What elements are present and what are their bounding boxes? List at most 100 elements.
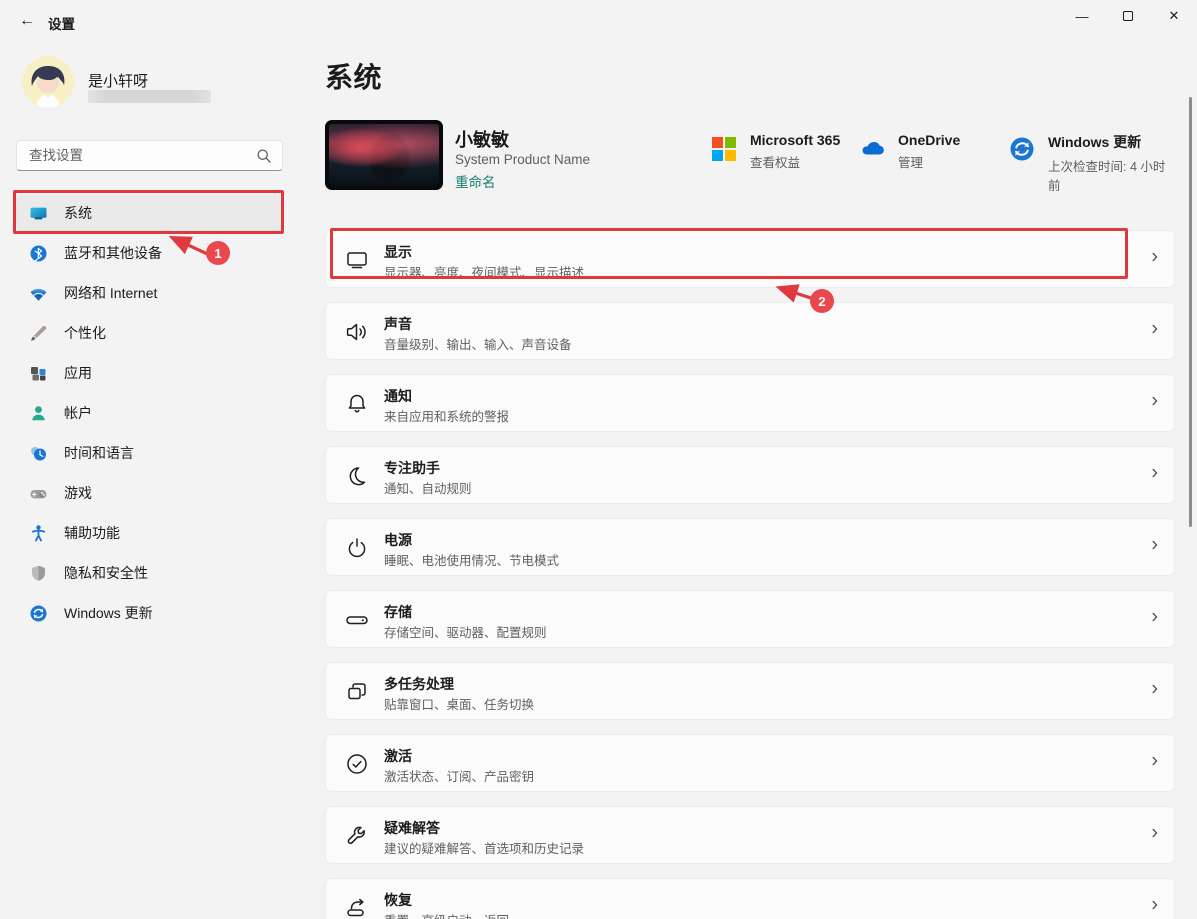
network-icon xyxy=(29,284,48,303)
microsoft-logo-icon xyxy=(710,135,738,163)
row-subtitle: 重置、高级启动、返回 xyxy=(384,910,509,919)
recovery-icon xyxy=(344,895,370,919)
sidebar-item-label: 时间和语言 xyxy=(64,443,134,463)
accessibility-icon xyxy=(29,524,48,543)
sidebar-item-personalization[interactable]: 个性化 xyxy=(16,315,283,351)
row-storage[interactable]: 存储 存储空间、驱动器、配置规则 › xyxy=(325,590,1175,648)
profile-section: 是小轩呀 xyxy=(16,48,283,126)
row-multitasking[interactable]: 多任务处理 贴靠窗口、桌面、任务切换 › xyxy=(325,662,1175,720)
sound-icon xyxy=(344,319,370,345)
row-title: 激活 xyxy=(384,746,412,766)
chevron-right-icon: › xyxy=(1151,894,1158,917)
row-subtitle: 显示器、亮度、夜间模式、显示描述 xyxy=(384,262,584,281)
row-title: 存储 xyxy=(384,602,412,622)
device-model: System Product Name xyxy=(455,152,590,167)
row-focus-assist[interactable]: 专注助手 通知、自动规则 › xyxy=(325,446,1175,504)
bluetooth-icon xyxy=(29,244,48,263)
quick-card-title: Windows 更新 xyxy=(1048,132,1175,152)
sidebar-item-privacy[interactable]: 隐私和安全性 xyxy=(16,555,283,591)
windows-update-icon xyxy=(29,604,48,623)
sidebar-item-label: 游戏 xyxy=(64,483,92,503)
row-sound[interactable]: 声音 音量级别、输出、输入、声音设备 › xyxy=(325,302,1175,360)
profile-name: 是小轩呀 xyxy=(88,70,148,91)
check-circle-icon xyxy=(344,751,370,777)
chevron-right-icon: › xyxy=(1151,534,1158,557)
accounts-icon xyxy=(29,404,48,423)
search-input[interactable] xyxy=(29,141,249,170)
sidebar-item-label: 蓝牙和其他设备 xyxy=(64,243,162,263)
display-icon xyxy=(344,247,370,273)
chevron-right-icon: › xyxy=(1151,750,1158,773)
vertical-scrollbar[interactable] xyxy=(1189,97,1192,527)
avatar-illustration xyxy=(22,56,74,108)
sidebar-item-accounts[interactable]: 帐户 xyxy=(16,395,283,431)
sidebar-item-label: 系统 xyxy=(64,203,92,223)
row-notifications[interactable]: 通知 来自应用和系统的警报 › xyxy=(325,374,1175,432)
row-title: 声音 xyxy=(384,314,412,334)
sidebar-item-label: 隐私和安全性 xyxy=(64,563,148,583)
row-subtitle: 贴靠窗口、桌面、任务切换 xyxy=(384,694,534,713)
sidebar-item-label: 网络和 Internet xyxy=(64,283,157,303)
onedrive-card[interactable]: OneDrive 管理 xyxy=(858,132,960,171)
row-activation[interactable]: 激活 激活状态、订阅、产品密钥 › xyxy=(325,734,1175,792)
quick-card-subtitle: 查看权益 xyxy=(750,152,840,171)
quick-card-title: Microsoft 365 xyxy=(750,132,840,148)
row-recovery[interactable]: 恢复 重置、高级启动、返回 › xyxy=(325,878,1175,919)
quick-card-title: OneDrive xyxy=(898,132,960,148)
storage-drive-icon xyxy=(344,607,370,633)
sidebar-item-bluetooth[interactable]: 蓝牙和其他设备 xyxy=(16,235,283,271)
row-title: 电源 xyxy=(384,530,412,550)
row-title: 通知 xyxy=(384,386,412,406)
sidebar-nav: 系统 蓝牙和其他设备 网络和 Internet 个性化 xyxy=(16,195,283,631)
sidebar: 是小轩呀 系统 蓝牙和其他设备 xyxy=(16,48,283,635)
row-power[interactable]: 电源 睡眠、电池使用情况、节电模式 › xyxy=(325,518,1175,576)
rename-link[interactable]: 重命名 xyxy=(455,171,496,191)
apps-icon xyxy=(29,364,48,383)
chevron-right-icon: › xyxy=(1151,390,1158,413)
row-display[interactable]: 显示 显示器、亮度、夜间模式、显示描述 › xyxy=(325,230,1175,288)
row-title: 疑难解答 xyxy=(384,818,440,838)
redacted-email xyxy=(88,90,211,103)
back-button[interactable]: ← xyxy=(12,8,42,34)
power-icon xyxy=(344,535,370,561)
sidebar-item-system[interactable]: 系统 xyxy=(16,195,283,231)
device-wallpaper-thumbnail xyxy=(325,120,443,190)
main-pane: 系统 小敏敏 System Product Name 重命名 Microsoft… xyxy=(325,0,1175,919)
chevron-right-icon: › xyxy=(1151,822,1158,845)
app-title: 设置 xyxy=(48,13,75,33)
privacy-icon xyxy=(29,564,48,583)
row-subtitle: 存储空间、驱动器、配置规则 xyxy=(384,622,547,641)
page-title: 系统 xyxy=(325,56,382,96)
windows-update-card[interactable]: Windows 更新 上次检查时间: 4 小时前 xyxy=(1008,132,1175,194)
sidebar-item-time-language[interactable]: 时间和语言 xyxy=(16,435,283,471)
microsoft-365-card[interactable]: Microsoft 365 查看权益 xyxy=(710,132,840,171)
sidebar-item-windows-update[interactable]: Windows 更新 xyxy=(16,595,283,631)
sidebar-item-network[interactable]: 网络和 Internet xyxy=(16,275,283,311)
bell-icon xyxy=(344,391,370,417)
moon-icon xyxy=(344,463,370,489)
sidebar-item-label: Windows 更新 xyxy=(64,603,153,623)
row-troubleshoot[interactable]: 疑难解答 建议的疑难解答、首选项和历史记录 › xyxy=(325,806,1175,864)
row-subtitle: 激活状态、订阅、产品密钥 xyxy=(384,766,534,785)
row-subtitle: 通知、自动规则 xyxy=(384,478,472,497)
sidebar-item-apps[interactable]: 应用 xyxy=(16,355,283,391)
system-icon xyxy=(29,204,48,223)
row-subtitle: 来自应用和系统的警报 xyxy=(384,406,509,425)
sidebar-item-label: 个性化 xyxy=(64,323,106,343)
chevron-right-icon: › xyxy=(1151,606,1158,629)
gaming-icon xyxy=(29,484,48,503)
device-name: 小敏敏 xyxy=(455,126,509,152)
personalization-icon xyxy=(29,324,48,343)
wrench-icon xyxy=(344,823,370,849)
row-title: 多任务处理 xyxy=(384,674,454,694)
chevron-right-icon: › xyxy=(1151,462,1158,485)
search-box xyxy=(16,140,283,171)
sidebar-item-gaming[interactable]: 游戏 xyxy=(16,475,283,511)
quick-card-subtitle: 管理 xyxy=(898,152,960,171)
row-subtitle: 音量级别、输出、输入、声音设备 xyxy=(384,334,572,353)
avatar xyxy=(22,56,74,108)
search-icon xyxy=(256,148,272,164)
chevron-right-icon: › xyxy=(1151,246,1158,269)
sidebar-item-accessibility[interactable]: 辅助功能 xyxy=(16,515,283,551)
row-subtitle: 建议的疑难解答、首选项和历史记录 xyxy=(384,838,584,857)
